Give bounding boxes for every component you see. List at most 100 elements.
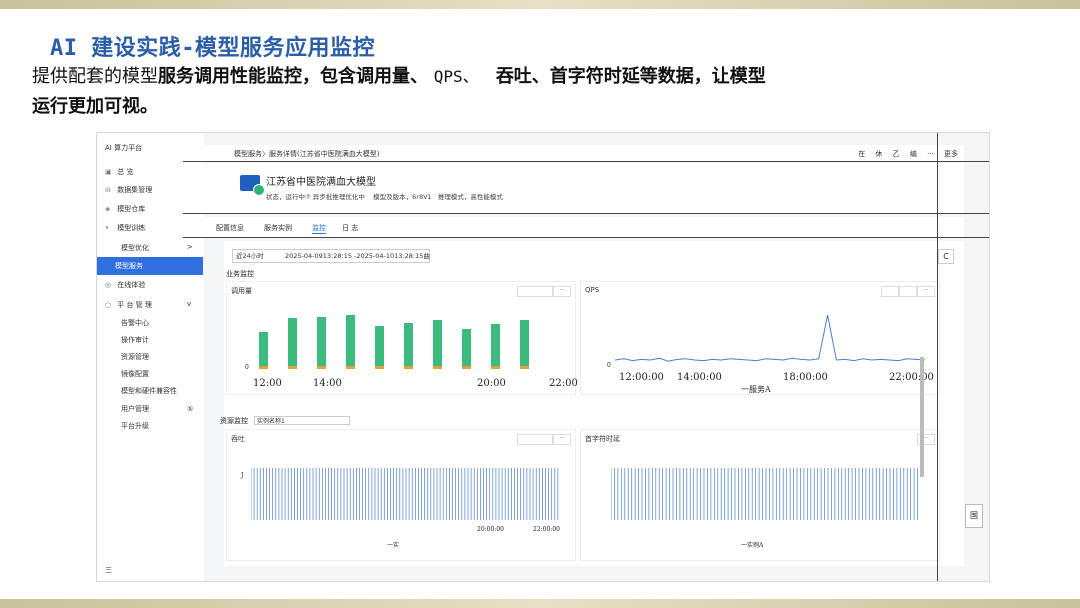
calls-bar [259,331,268,369]
throughput-tick-0: 20:00:00 [477,526,504,533]
sidebar-item-model-service[interactable]: 模型服务 [97,257,203,275]
app-title: AI 算力平台 [105,144,143,152]
throughput-chart [251,468,559,520]
calls-bar-base [375,365,384,369]
ttft-legend: 一实例A [741,542,764,549]
sidebar-item-users[interactable]: 用户管理 [121,404,149,414]
slide-intro: 提供配套的模型服务调用性能监控，包含调用量、 QPS、 吞吐、首字符时延等数据，… [32,62,992,122]
tab-monitor[interactable]: 监控 [312,223,326,234]
calls-bar-base [491,365,500,369]
intro-part-e: 运行更加可视。 [32,96,158,117]
sidebar-item-model-optimize[interactable]: 模型优化 [121,243,149,253]
vertical-scrollbar[interactable] [920,357,924,477]
tab-instances[interactable]: 服务实例 [264,223,292,233]
calls-bar-base [433,365,442,369]
qps-tick-2: 18:00:00 [783,372,828,383]
model-status: 状态，运行中⑦ 异步批推理优化中 [266,193,365,201]
side-mark: 国 [965,504,983,528]
chart-more-button[interactable]: ··· [553,286,571,297]
model-version: 模型及版本，6r8V1 [373,193,432,201]
calls-bar [288,318,297,369]
sidebar-item-images[interactable]: 镜像配置 [121,369,149,379]
sidebar-item-platform-admin[interactable]: ○ 平 台 管 理 [105,300,152,310]
throughput-tick-1: 22:00:00 [533,526,560,533]
sidebar-item-model-training[interactable]: • 模型训练 [105,223,145,233]
ttft-chart-card: 首字符时延 ··· 一实例A [580,429,940,561]
time-range-picker[interactable]: 近24小时 2025-04-0913:28:15 -2025-04-1013:2… [232,249,430,263]
throughput-more-button[interactable]: ··· [553,434,571,445]
dot-icon: • [105,224,110,232]
model-meta: 状态，运行中⑦ 异步批推理优化中 模型及版本，6r8V1 推理模式，高性能模式 [266,191,503,201]
model-icon [240,175,265,196]
overlay-line [183,161,989,162]
intro-part-d: 吞吐、首字符时延等数据，让模型 [495,66,766,87]
tab-logs[interactable]: 日 志 [342,223,358,233]
calls-bar-base [317,365,326,369]
throughput-range-button[interactable] [517,434,553,445]
model-mode: 推理模式，高性能模式 [437,193,503,201]
breadcrumb[interactable]: 模型服务〉服务详情(江苏省中医院满血大模型) [234,149,379,159]
collapse-icon[interactable]: v [187,300,191,308]
calls-bar [317,317,326,369]
overlay-line [183,237,989,238]
qps-line-chart [615,314,925,362]
refresh-button[interactable]: C [938,249,954,264]
overlay-line [183,213,989,214]
section-resource: 资源监控 [220,417,248,425]
chart-icon: ılı [105,186,111,194]
sidebar-item-compat[interactable]: 模型和硬件兼容性 [121,386,177,396]
sidebar-item-model-repo[interactable]: ◈ 模型仓库 [105,204,145,214]
calls-bar [520,319,529,369]
qps-chart-card: QPS ··· 0 12:00:00 14:00:00 18:00:00 22:… [580,281,940,395]
sidebar-item-upgrade[interactable]: 平台升级 [121,421,149,431]
sidebar-item-audit[interactable]: 操作审计 [121,335,149,345]
throughput-chart-title: 吞吐 [231,435,245,443]
slide-title: AI 建设实践-模型服务应用监控 [50,36,375,61]
sidebar: AI 算力平台 ▣ 总 览 ılı 数据集管理 ◈ 模型仓库 • 模型训练 模型… [97,133,203,581]
qps-series-line [615,314,925,362]
qps-tick-3: 22:00:00 [889,372,934,383]
ring-icon: ○ [105,301,112,309]
qps-tick-1: 14:00:00 [677,372,722,383]
sidebar-collapse-toggle[interactable]: 三 [105,565,112,575]
calls-bar-base [259,365,268,369]
time-range-value: 2025-04-0913:28:15 -2025-04-1013:28:15曲 [285,252,430,260]
top-actions[interactable]: 在 休 乙 编 ··· 更多 [858,149,958,159]
intro-part-b: 服务调用性能监控，包含调用量、 [158,66,428,87]
qps-more-button[interactable]: ··· [917,286,935,297]
qps-legend: 一服务A [741,385,771,394]
sidebar-item-datasets[interactable]: ılı 数据集管理 [105,185,152,195]
calls-tick-1: 14:00 [313,378,342,389]
calls-bar [404,322,413,369]
calls-tick-0: 12:00 [253,378,282,389]
calls-zero: 0 [245,364,249,371]
tab-bar: 配置信息 服务实例 监控 日 志 [204,217,964,237]
tab-config[interactable]: 配置信息 [216,223,244,233]
calls-bar [491,323,500,369]
monitor-panel: 近24小时 2025-04-0913:28:15 -2025-04-1013:2… [220,241,964,566]
chevron-right-icon: > [187,243,193,251]
chart-download-button[interactable] [899,286,917,297]
box-icon: ◈ [105,205,111,213]
throughput-ymark: J [241,472,244,479]
grid-icon: ▣ [105,168,112,176]
calls-bar-base [462,365,471,369]
top-bar: 模型服务〉服务详情(江苏省中医院满血大模型) 在 休 乙 编 ··· 更多 [204,145,964,161]
chart-range-button[interactable] [517,286,553,297]
calls-bar [375,326,384,369]
sidebar-item-online-trial[interactable]: ◎ 在线体验 [105,280,145,290]
intro-part-a: 提供配套的模型 [32,66,158,87]
calls-chart-card: 调用量 ··· 0 12:00 14:00 20:00 22:00 [226,281,578,395]
sidebar-item-resources[interactable]: 资源管理 [121,352,149,362]
qps-zero: 0 [607,362,611,369]
intro-part-c: QPS、 [433,67,479,86]
sidebar-item-overview[interactable]: ▣ 总 览 [105,167,133,177]
calls-bar-base [520,366,529,369]
users-badge: ⑤ [187,405,194,413]
overlay-line [937,133,938,581]
chart-zoom-button[interactable] [881,286,899,297]
calls-bar [462,328,471,369]
instance-select[interactable]: 实例名称1 [254,416,350,425]
sidebar-item-alerts[interactable]: 告警中心 [121,318,149,328]
calls-bar-base [404,365,413,369]
